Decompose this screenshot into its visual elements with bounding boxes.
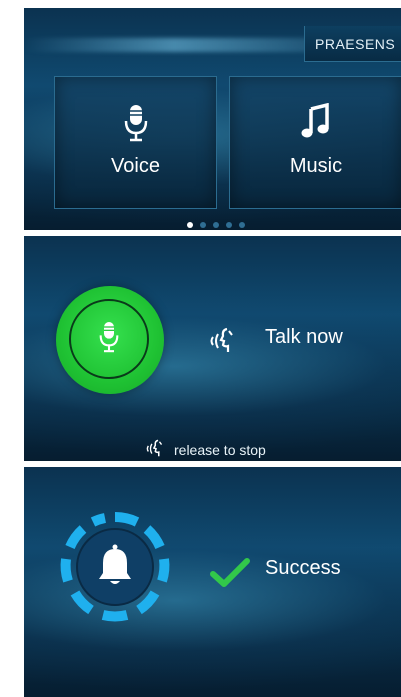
release-hint-text: release to stop xyxy=(174,441,266,458)
microphone-icon xyxy=(55,103,216,143)
bell-icon[interactable] xyxy=(59,511,171,623)
page-dot[interactable] xyxy=(187,222,193,228)
talk-now-prompt: Talk now xyxy=(265,326,343,348)
music-tile-label: Music xyxy=(289,155,343,177)
page-indicator xyxy=(187,222,245,228)
push-to-talk-ring xyxy=(69,299,149,379)
page-dot[interactable] xyxy=(200,222,206,228)
speaking-head-icon xyxy=(144,439,168,460)
voice-tile-label: Voice xyxy=(111,155,160,177)
top-glow-bar xyxy=(24,38,324,52)
push-to-talk-button[interactable] xyxy=(56,286,164,394)
listening-screen: Talk now release to stop xyxy=(24,236,401,461)
speaking-head-icon xyxy=(207,327,241,358)
home-screen: PRAESENS Voice Music xyxy=(24,8,401,230)
success-status: Success xyxy=(265,557,341,579)
page-dot[interactable] xyxy=(239,222,245,228)
result-screen: Success xyxy=(24,467,401,697)
praesens-tab[interactable]: PRAESENS xyxy=(304,26,401,62)
voice-tile[interactable]: Voice xyxy=(54,76,217,209)
music-note-icon xyxy=(230,103,401,143)
music-tile[interactable]: Music xyxy=(229,76,401,209)
release-hint: release to stop xyxy=(144,439,266,460)
microphone-icon xyxy=(99,320,119,359)
praesens-tab-label: PRAESENS xyxy=(315,35,396,52)
page-dot[interactable] xyxy=(213,222,219,228)
page-dot[interactable] xyxy=(226,222,232,228)
checkmark-icon xyxy=(210,558,250,593)
